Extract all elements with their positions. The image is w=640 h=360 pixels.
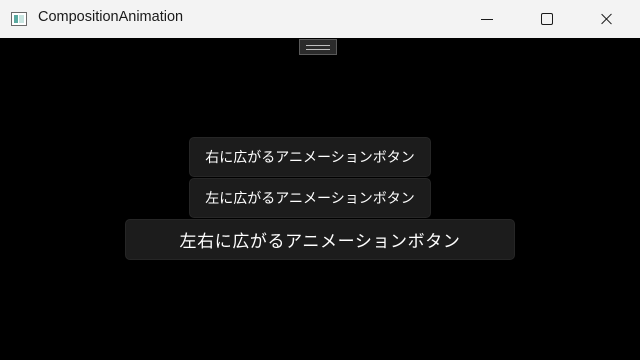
window-title: CompositionAnimation <box>38 9 184 25</box>
expand-right-animation-button[interactable]: 右に広がるアニメーションボタン <box>189 137 431 177</box>
minimize-icon <box>481 18 493 20</box>
close-icon <box>601 13 613 25</box>
close-button[interactable] <box>584 0 630 38</box>
in-app-toolbar-handle-icon <box>306 44 330 50</box>
maximize-icon <box>541 13 553 25</box>
minimize-button[interactable] <box>464 0 510 38</box>
in-app-toolbar-handle[interactable] <box>299 39 337 55</box>
expand-left-animation-button[interactable]: 左に広がるアニメーションボタン <box>189 178 431 218</box>
app-window: CompositionAnimation 右に広がるアニメーションボタン 左に広… <box>0 0 640 360</box>
expand-both-animation-button[interactable]: 左右に広がるアニメーションボタン <box>125 219 515 260</box>
app-icon <box>11 12 27 26</box>
title-bar[interactable]: CompositionAnimation <box>0 0 640 38</box>
main-content: 右に広がるアニメーションボタン 左に広がるアニメーションボタン 左右に広がるアニ… <box>0 38 640 360</box>
maximize-button[interactable] <box>524 0 570 38</box>
